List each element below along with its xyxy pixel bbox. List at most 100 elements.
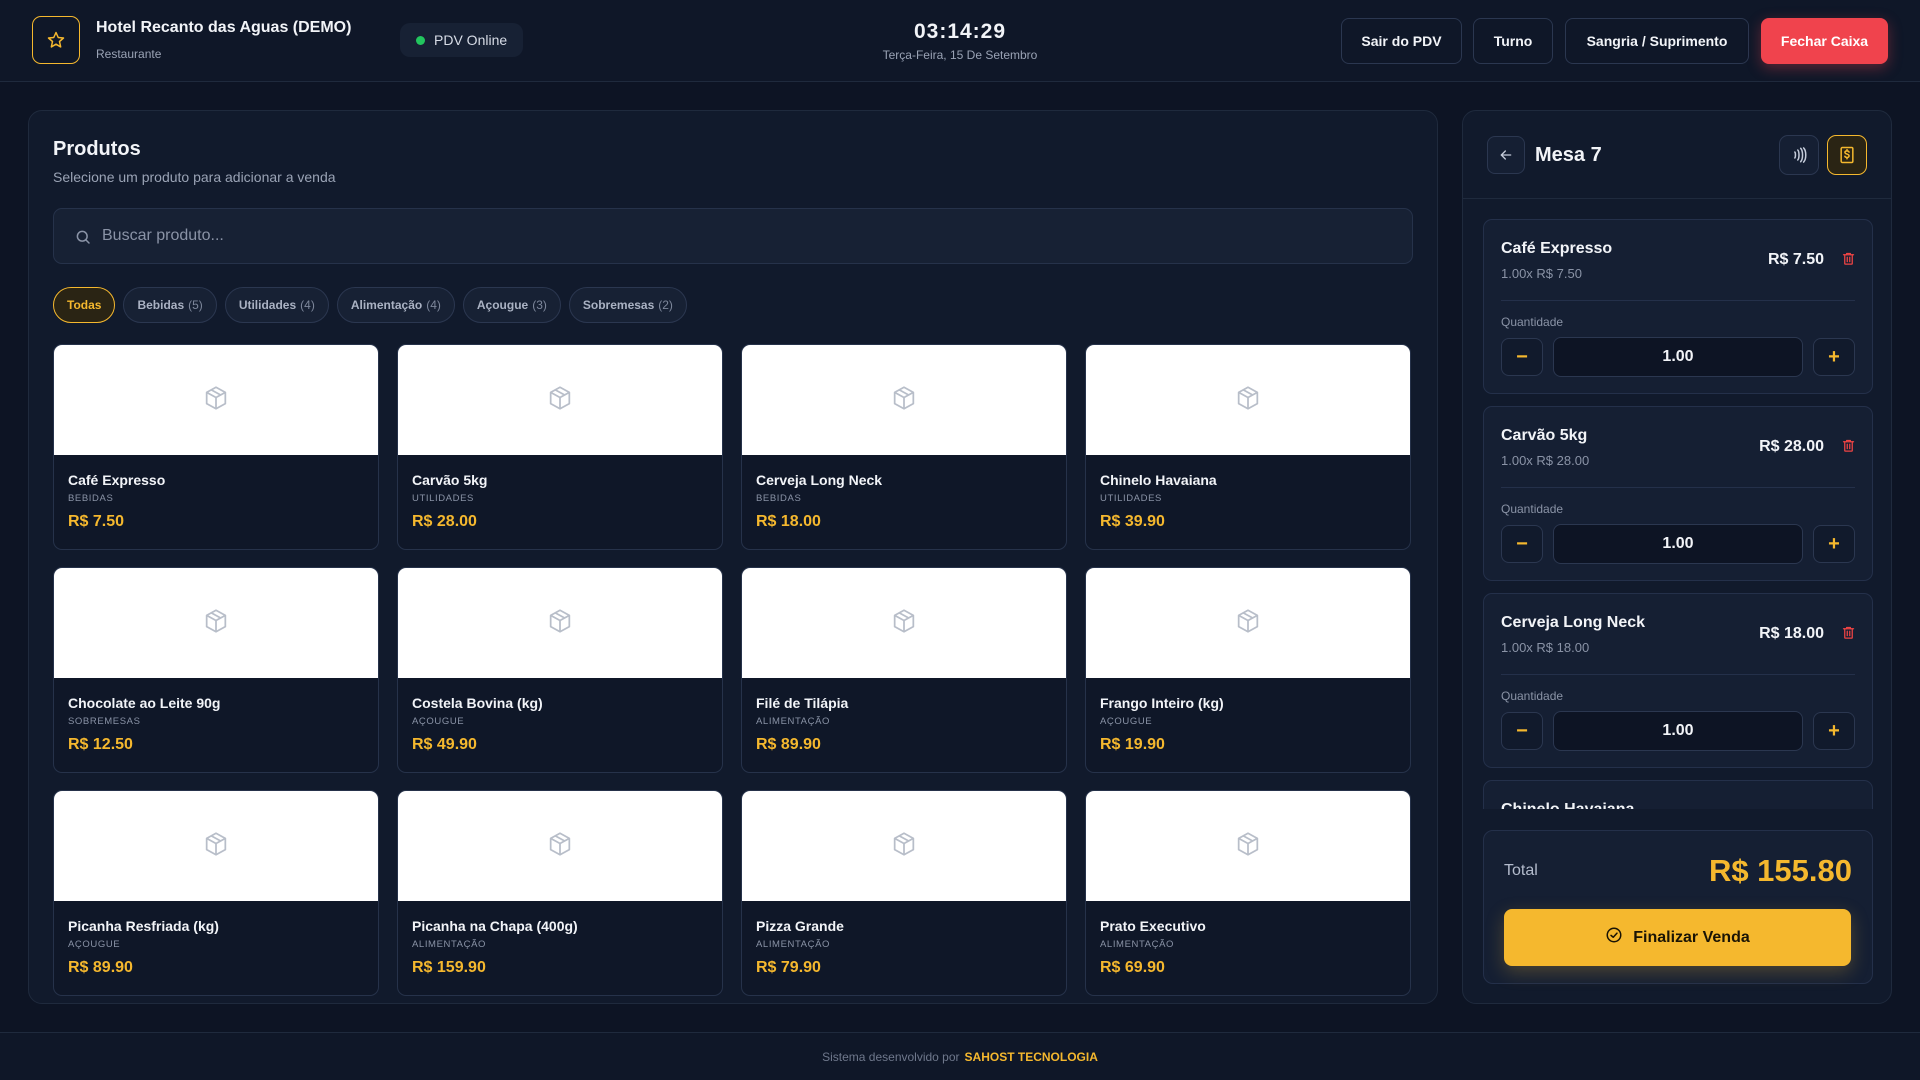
trash-icon[interactable] <box>1841 625 1856 645</box>
order-item-detail: 1.00x R$ 7.50 <box>1501 266 1582 281</box>
product-image <box>398 568 722 678</box>
chip-label: Alimentação <box>350 298 423 312</box>
order-item: Chinelo HavaianaQuantidade−+ <box>1483 780 1873 809</box>
nfc-icon[interactable] <box>1779 135 1819 175</box>
product-image <box>742 568 1066 678</box>
product-category: SOBREMESAS <box>68 716 141 727</box>
exit-pdv-button[interactable]: Sair do PDV <box>1341 18 1462 64</box>
decrease-quantity-button[interactable]: − <box>1501 525 1543 563</box>
category-chip-acougue[interactable]: Açougue (3) <box>462 287 561 323</box>
category-chip-todas[interactable]: Todas <box>53 287 116 323</box>
receipt-dollar-icon[interactable] <box>1827 135 1867 175</box>
chip-count: (3) <box>532 298 547 312</box>
top-bar: Hotel Recanto das Aguas (DEMO) Restauran… <box>0 0 1920 82</box>
package-icon <box>1234 384 1262 417</box>
product-card[interactable]: Picanha Resfriada (kg) AÇOUGUE R$ 89.90 <box>53 790 379 996</box>
package-icon <box>1234 830 1262 863</box>
quantity-input[interactable]: 1.00 <box>1553 711 1803 751</box>
product-name: Prato Executivo <box>1100 918 1206 934</box>
trash-icon[interactable] <box>1841 438 1856 458</box>
package-icon <box>546 607 574 640</box>
package-icon <box>890 384 918 417</box>
total-box: Total R$ 155.80 Finalizar Venda <box>1483 830 1873 984</box>
product-price: R$ 12.50 <box>68 736 133 753</box>
product-name: Carvão 5kg <box>412 472 488 488</box>
increase-quantity-button[interactable]: + <box>1813 338 1855 376</box>
close-cash-button[interactable]: Fechar Caixa <box>1761 18 1888 64</box>
product-category: AÇOUGUE <box>68 939 121 950</box>
product-image <box>398 345 722 455</box>
finalize-sale-button[interactable]: Finalizar Venda <box>1504 909 1851 966</box>
product-category: AÇOUGUE <box>412 716 465 727</box>
product-card[interactable]: Chocolate ao Leite 90g SOBREMESAS R$ 12.50 <box>53 567 379 773</box>
finalize-label: Finalizar Venda <box>1633 928 1750 946</box>
shift-button[interactable]: Turno <box>1473 18 1553 64</box>
product-card[interactable]: Cerveja Long Neck BEBIDAS R$ 18.00 <box>741 344 1067 550</box>
product-card[interactable]: Costela Bovina (kg) AÇOUGUE R$ 49.90 <box>397 567 723 773</box>
product-name: Pizza Grande <box>756 918 844 934</box>
category-chip-sobremesas[interactable]: Sobremesas (2) <box>568 287 687 323</box>
package-icon <box>890 830 918 863</box>
product-card[interactable]: Picanha na Chapa (400g) ALIMENTAÇÃO R$ 159… <box>397 790 723 996</box>
product-image <box>1086 345 1410 455</box>
order-item-name: Chinelo Havaiana <box>1501 801 1634 809</box>
category-chip-alimentacao[interactable]: Alimentação (4) <box>336 287 455 323</box>
chip-label: Sobremesas <box>582 298 655 312</box>
product-price: R$ 159.90 <box>412 959 486 976</box>
order-items-list[interactable]: Café Expresso 1.00x R$ 7.50 R$ 7.50 Quantid… <box>1463 199 1891 809</box>
product-card[interactable]: Chinelo Havaiana UTILIDADES R$ 39.90 <box>1085 344 1411 550</box>
increase-quantity-button[interactable]: + <box>1813 525 1855 563</box>
product-grid: Café Expresso BEBIDAS R$ 7.50 Carvão 5kg UTI… <box>53 344 1411 996</box>
footer-text: Sistema desenvolvido por <box>822 1049 960 1064</box>
package-icon <box>202 384 230 417</box>
order-item-total: R$ 28.00 <box>1759 438 1824 455</box>
product-category: ALIMENTAÇÃO <box>756 939 830 950</box>
package-icon <box>202 830 230 863</box>
package-icon <box>202 607 230 640</box>
product-image <box>1086 568 1410 678</box>
product-price: R$ 89.90 <box>68 959 133 976</box>
clock: 03:14:29 <box>913 20 1007 43</box>
quantity-input[interactable]: 1.00 <box>1553 524 1803 564</box>
category-filters: Todas Bebidas (5) Utilidades (4) Aliment… <box>53 287 687 323</box>
category-chip-bebidas[interactable]: Bebidas (5) <box>123 287 217 323</box>
quantity-input[interactable]: 1.00 <box>1553 337 1803 377</box>
product-price: R$ 89.90 <box>756 736 821 753</box>
category-chip-utilidades[interactable]: Utilidades (4) <box>224 287 329 323</box>
product-name: Costela Bovina (kg) <box>412 695 543 711</box>
trash-icon[interactable] <box>1841 251 1856 271</box>
increase-quantity-button[interactable]: + <box>1813 712 1855 750</box>
product-image <box>54 568 378 678</box>
quantity-label: Quantidade <box>1501 315 1564 329</box>
status-badge: PDV Online <box>400 23 524 57</box>
chip-label: Todas <box>67 298 102 312</box>
product-price: R$ 79.90 <box>756 959 821 976</box>
product-price: R$ 28.00 <box>412 513 477 530</box>
product-name: Frango Inteiro (kg) <box>1100 695 1224 711</box>
search-input[interactable]: Buscar produto... <box>53 208 1413 264</box>
package-icon <box>1234 607 1262 640</box>
order-item: Carvão 5kg 1.00x R$ 28.00 R$ 28.00 Quantida… <box>1483 406 1873 581</box>
search-placeholder: Buscar produto... <box>102 227 224 244</box>
product-name: Café Expresso <box>68 472 166 488</box>
product-card[interactable]: Frango Inteiro (kg) AÇOUGUE R$ 19.90 <box>1085 567 1411 773</box>
product-image <box>398 791 722 901</box>
product-image <box>54 791 378 901</box>
product-card[interactable]: Carvão 5kg UTILIDADES R$ 28.00 <box>397 344 723 550</box>
product-card[interactable]: Pizza Grande ALIMENTAÇÃO R$ 79.90 <box>741 790 1067 996</box>
total-value: R$ 155.80 <box>1708 853 1852 888</box>
order-item-total: R$ 18.00 <box>1759 625 1824 642</box>
cash-movement-button[interactable]: Sangria / Suprimento <box>1565 18 1749 64</box>
product-name: Picanha Resfriada (kg) <box>68 918 219 934</box>
decrease-quantity-button[interactable]: − <box>1501 712 1543 750</box>
product-price: R$ 7.50 <box>68 513 125 530</box>
product-image <box>1086 791 1410 901</box>
product-card[interactable]: Prato Executivo ALIMENTAÇÃO R$ 69.90 <box>1085 790 1411 996</box>
product-card[interactable]: Filé de Tilápia ALIMENTAÇÃO R$ 89.90 <box>741 567 1067 773</box>
decrease-quantity-button[interactable]: − <box>1501 338 1543 376</box>
package-icon <box>546 384 574 417</box>
product-card[interactable]: Café Expresso BEBIDAS R$ 7.50 <box>53 344 379 550</box>
products-panel: Produtos Selecione um produto para adici… <box>28 110 1438 1004</box>
product-category: BEBIDAS <box>756 493 802 504</box>
back-arrow-icon[interactable] <box>1487 136 1525 174</box>
